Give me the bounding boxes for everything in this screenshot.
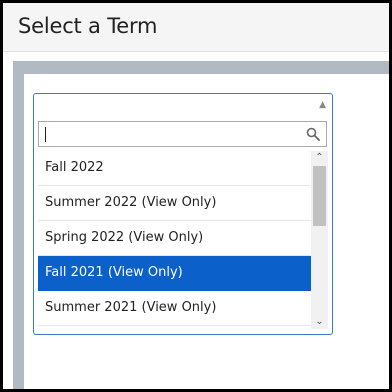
page-header: Select a Term (3, 3, 389, 52)
term-select[interactable]: ▲ Fall 2022 Summer 2022 (View Only) Spri… (33, 93, 333, 335)
scroll-down-icon[interactable]: ⌄ (311, 315, 328, 329)
term-option-fall-2022[interactable]: Fall 2022 (38, 151, 311, 186)
scroll-up-icon[interactable]: ⌃ (311, 151, 328, 165)
dropdown-arrow-icon[interactable]: ▲ (319, 100, 326, 110)
term-option-summer-2021[interactable]: Summer 2021 (View Only) (38, 291, 311, 326)
page-frame: Select a Term ▲ Fall 2022 Summer 2022 (V… (3, 3, 389, 389)
term-option-fall-2021[interactable]: Fall 2021 (View Only) (38, 256, 311, 291)
term-options-list: Fall 2022 Summer 2022 (View Only) Spring… (38, 151, 328, 329)
options-scrollbar[interactable]: ⌃ ⌄ (311, 151, 328, 329)
page-title: Select a Term (18, 14, 158, 38)
term-option-spring-2022[interactable]: Spring 2022 (View Only) (38, 221, 311, 256)
text-caret (45, 127, 46, 142)
term-search-input[interactable] (38, 121, 327, 147)
term-option-summer-2022[interactable]: Summer 2022 (View Only) (38, 186, 311, 221)
term-select-display[interactable]: ▲ (34, 94, 332, 122)
search-icon (306, 127, 320, 141)
scrollbar-thumb[interactable] (313, 166, 326, 226)
